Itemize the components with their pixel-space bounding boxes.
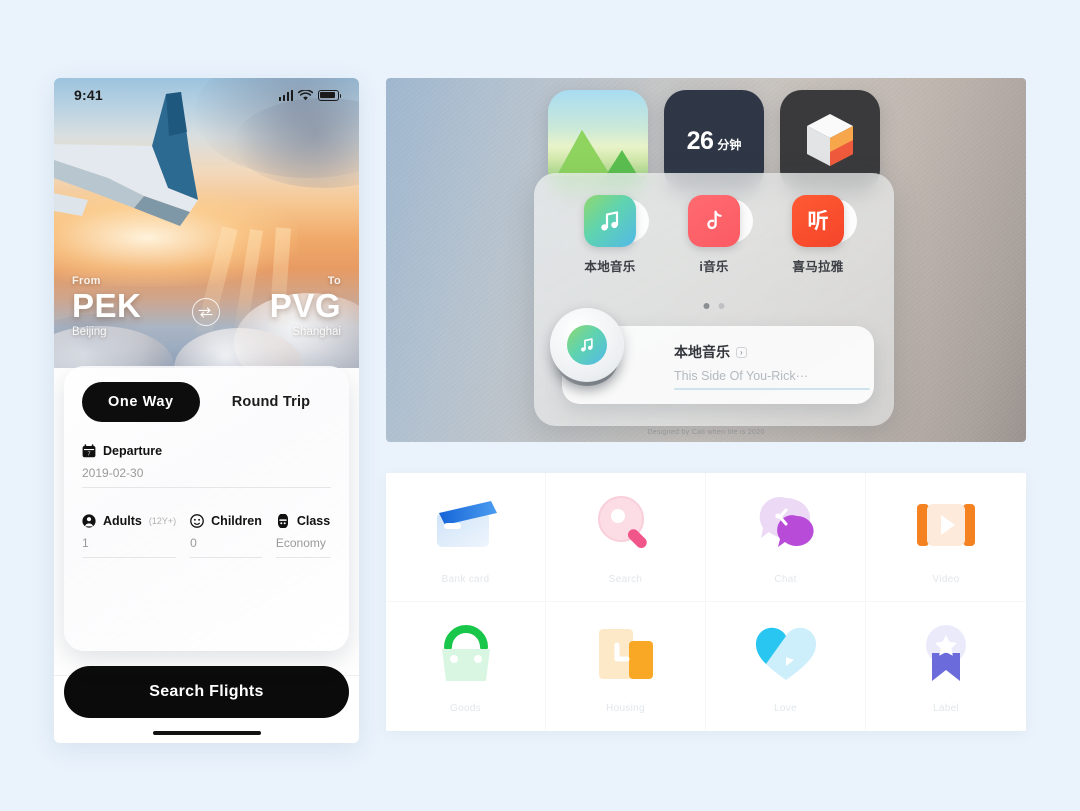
search-flights-button[interactable]: Search Flights — [64, 666, 349, 718]
adults-value: 1 — [82, 536, 177, 558]
grid-item-housing[interactable]: Housing — [546, 602, 706, 731]
destination-city: Shanghai — [292, 326, 341, 338]
departure-label: Departure — [103, 444, 163, 458]
status-time: 9:41 — [74, 87, 103, 103]
children-label: Children — [211, 514, 262, 528]
cube-icon — [807, 114, 853, 166]
class-field[interactable]: Class Economy — [275, 514, 331, 558]
children-field[interactable]: Children 0 — [190, 514, 276, 558]
class-value: Economy — [275, 536, 331, 558]
trip-type-tabs: One Way Round Trip — [82, 382, 331, 422]
housing-folder-icon — [591, 619, 661, 689]
grid-label: Chat — [774, 573, 797, 585]
grid-label: Search — [608, 573, 643, 585]
panel-credit: Designed by Cali when life is 2020 — [647, 429, 765, 436]
person-icon — [82, 514, 96, 528]
departure-value: 2019-02-30 — [82, 466, 331, 488]
search-magnifier-icon — [591, 490, 661, 560]
grid-label: Goods — [450, 703, 481, 714]
music-app-row: 本地音乐 i音乐 听 喜马拉雅 — [534, 195, 894, 275]
swap-arrows-icon[interactable] — [191, 298, 220, 326]
app-i-music[interactable]: i音乐 — [677, 195, 753, 275]
app-label: 喜马拉雅 — [792, 260, 844, 274]
tab-one-way[interactable]: One Way — [82, 382, 200, 422]
passenger-row: Adults (12Y+) 1 Children 0 Class Economy — [82, 514, 331, 558]
destination-code: PVG — [269, 287, 341, 324]
music-note-icon — [584, 195, 649, 247]
grid-item-video[interactable]: Video — [866, 473, 1026, 602]
battery-icon — [318, 89, 342, 101]
adults-field[interactable]: Adults (12Y+) 1 — [82, 514, 190, 558]
calendar-icon: 7 — [82, 444, 96, 458]
app-local-music[interactable]: 本地音乐 — [573, 195, 649, 275]
seat-class-icon — [277, 514, 288, 528]
grid-label: Love — [774, 703, 797, 714]
app-ximalaya[interactable]: 听 喜马拉雅 — [781, 195, 857, 275]
page-dots — [703, 303, 725, 309]
cellular-signal-icon — [278, 89, 293, 101]
svg-text:7: 7 — [88, 452, 91, 458]
ting-glyph: 听 — [807, 209, 829, 233]
music-glass-card: 本地音乐 i音乐 听 喜马拉雅 本地音乐 › This Side Of You-… — [534, 173, 894, 426]
grid-item-search[interactable]: Search — [546, 473, 706, 602]
grid-item-bank-card[interactable]: Bank card — [386, 473, 546, 602]
timer-unit: 分钟 — [717, 137, 742, 152]
grid-item-goods[interactable]: Goods — [386, 602, 546, 731]
destination-block[interactable]: To PVG Shanghai — [270, 275, 341, 338]
music-player-bar[interactable]: 本地音乐 › This Side Of You-Rick··· — [550, 308, 874, 404]
grid-label: Video — [932, 573, 960, 585]
player-badge: › — [736, 346, 747, 358]
child-face-icon — [190, 514, 205, 528]
knob-top — [550, 308, 624, 382]
love-heart-icon — [751, 619, 821, 689]
video-play-icon — [911, 490, 981, 560]
route-selector: From PEK Beijing To PVG Shanghai — [54, 275, 359, 368]
label-star-icon — [911, 619, 981, 689]
origin-city: Beijing — [72, 326, 107, 338]
airplane-wing-illustration — [54, 92, 198, 226]
bank-card-icon — [431, 490, 501, 560]
status-bar: 9:41 — [54, 78, 359, 112]
flight-search-card: One Way Round Trip 7 Departure 2019-02-3… — [64, 366, 349, 651]
player-text: 本地音乐 › This Side Of You-Rick··· — [674, 342, 870, 390]
adults-label: Adults — [103, 514, 142, 528]
player-track: This Side Of You-Rick··· — [674, 369, 809, 383]
timer-number: 26 — [686, 126, 714, 155]
grid-item-label[interactable]: Label — [866, 602, 1026, 731]
tab-round-trip[interactable]: Round Trip — [232, 394, 311, 410]
player-progress-bar[interactable] — [674, 388, 870, 390]
icon-grid-card: Bank card Search Chat Video Goods Housin… — [386, 473, 1026, 731]
app-label: i音乐 — [699, 260, 729, 274]
phone-mockup: 9:41 From PEK Beijing To PVG Shanghai On… — [54, 78, 359, 743]
app-label: 本地音乐 — [584, 260, 636, 274]
player-knob[interactable] — [550, 308, 628, 394]
hero-image: 9:41 From PEK Beijing To PVG Shanghai — [54, 78, 359, 368]
children-value: 0 — [190, 536, 262, 558]
page-dot-active[interactable] — [703, 303, 710, 309]
grid-label: Bank card — [441, 573, 490, 585]
page-dot[interactable] — [718, 303, 725, 309]
tiktok-music-icon — [688, 195, 753, 247]
grid-item-chat[interactable]: Chat — [706, 473, 866, 602]
grid-label: Label — [933, 703, 959, 714]
origin-code: PEK — [72, 287, 142, 324]
grid-item-love[interactable]: Love — [706, 602, 866, 731]
ting-icon: 听 — [792, 195, 857, 247]
home-indicator — [152, 730, 261, 735]
adults-sublabel: (12Y+) — [148, 516, 177, 526]
origin-label: From — [72, 275, 101, 287]
departure-field[interactable]: 7 Departure 2019-02-30 — [82, 444, 331, 488]
grid-label: Housing — [606, 703, 645, 714]
class-label: Class — [296, 514, 331, 528]
chat-bubbles-icon — [751, 490, 821, 560]
destination-label: To — [327, 275, 341, 287]
wifi-icon — [298, 89, 313, 100]
music-disc-icon — [567, 325, 607, 365]
origin-block[interactable]: From PEK Beijing — [72, 275, 141, 338]
player-title: 本地音乐 — [674, 344, 730, 360]
widget-panel: 26 分钟 本地音乐 i音乐 听 喜马拉雅 本地音乐 › This Side O… — [386, 78, 1026, 442]
shopping-bag-icon — [431, 619, 501, 689]
status-icons — [278, 89, 342, 101]
